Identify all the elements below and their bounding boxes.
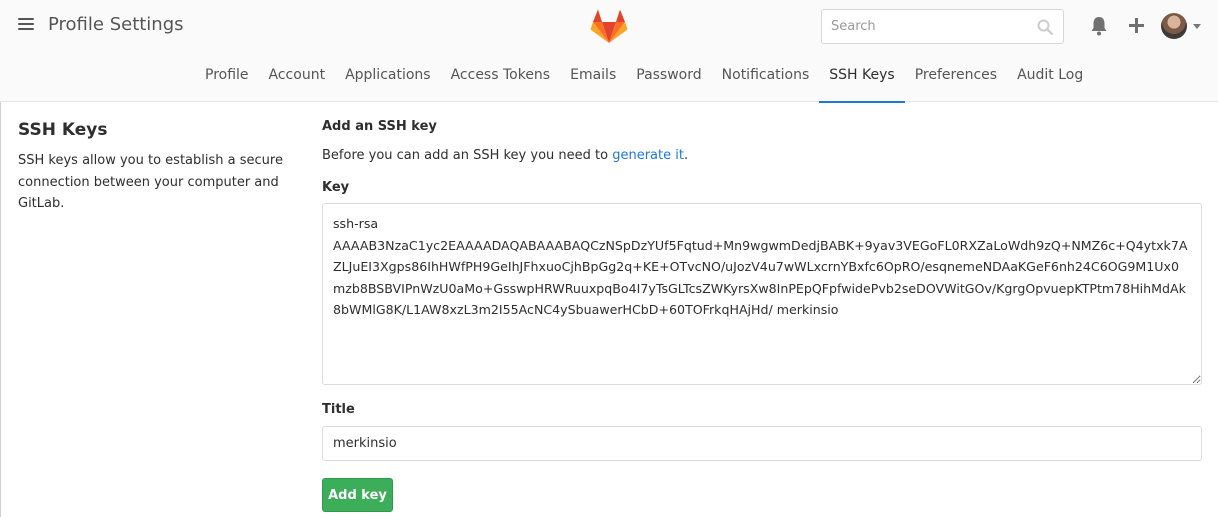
intro-text: Before you can add an SSH key you need t… xyxy=(322,148,688,163)
intro-suffix: . xyxy=(683,148,689,163)
generate-it-link[interactable]: generate it xyxy=(612,148,684,163)
tab-emails[interactable]: Emails xyxy=(560,52,626,102)
section-title: SSH Keys xyxy=(18,120,108,140)
gitlab-tanuki-logo[interactable] xyxy=(590,8,628,44)
section-description: SSH keys allow you to establish a secure… xyxy=(18,153,283,211)
tab-account[interactable]: Account xyxy=(259,52,336,102)
chevron-down-icon[interactable] xyxy=(1193,24,1201,29)
form-heading: Add an SSH key xyxy=(322,119,437,134)
tab-ssh-keys[interactable]: SSH Keys xyxy=(819,52,906,103)
title-label: Title xyxy=(322,402,355,417)
top-navbar: Profile Settings xyxy=(0,0,1218,52)
search-input[interactable] xyxy=(822,10,1022,43)
avatar[interactable] xyxy=(1161,13,1187,39)
key-label: Key xyxy=(322,180,350,195)
intro-prefix: Before you can add an SSH key you need t… xyxy=(322,148,613,163)
add-key-button[interactable]: Add key xyxy=(322,478,393,512)
bell-icon[interactable] xyxy=(1090,16,1108,36)
settings-tabs: Profile Account Applications Access Toke… xyxy=(195,52,1093,103)
tab-applications[interactable]: Applications xyxy=(335,52,441,102)
tab-audit-log[interactable]: Audit Log xyxy=(1007,52,1093,102)
plus-icon[interactable] xyxy=(1128,17,1145,34)
settings-tabs-bar: Profile Account Applications Access Toke… xyxy=(0,52,1218,103)
tab-profile[interactable]: Profile xyxy=(195,52,259,102)
tab-notifications[interactable]: Notifications xyxy=(712,52,820,102)
tab-password[interactable]: Password xyxy=(626,52,711,102)
key-body: AAAAB3NzaC1yc2EAAAADAQABAAABAQCzNSpDzYUf… xyxy=(333,237,1188,318)
hamburger-icon[interactable] xyxy=(18,18,34,32)
key-type: ssh-rsa xyxy=(333,216,379,231)
search-box[interactable] xyxy=(821,9,1064,44)
page-title: Profile Settings xyxy=(48,14,184,35)
tab-preferences[interactable]: Preferences xyxy=(905,52,1007,102)
title-input[interactable] xyxy=(322,426,1202,461)
tab-access-tokens[interactable]: Access Tokens xyxy=(441,52,561,102)
search-icon xyxy=(1037,19,1053,35)
key-textarea[interactable]: ssh-rsa AAAAB3NzaC1yc2EAAAADAQABAAABAQCzN… xyxy=(322,203,1202,385)
